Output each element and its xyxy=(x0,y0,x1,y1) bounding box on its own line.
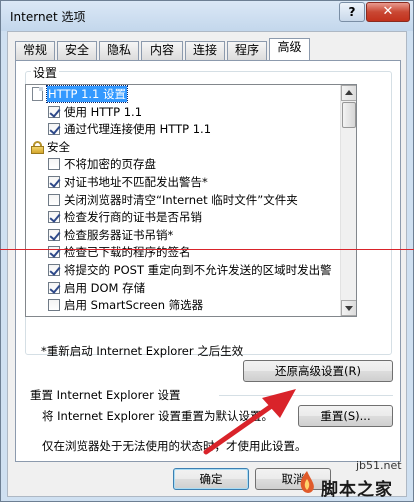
watermark-logo-icon xyxy=(300,471,314,493)
watermark-site: jb51.net xyxy=(356,459,402,472)
watermark-name: 脚本之家 xyxy=(321,480,393,500)
annotation-arrow-icon xyxy=(203,389,296,455)
